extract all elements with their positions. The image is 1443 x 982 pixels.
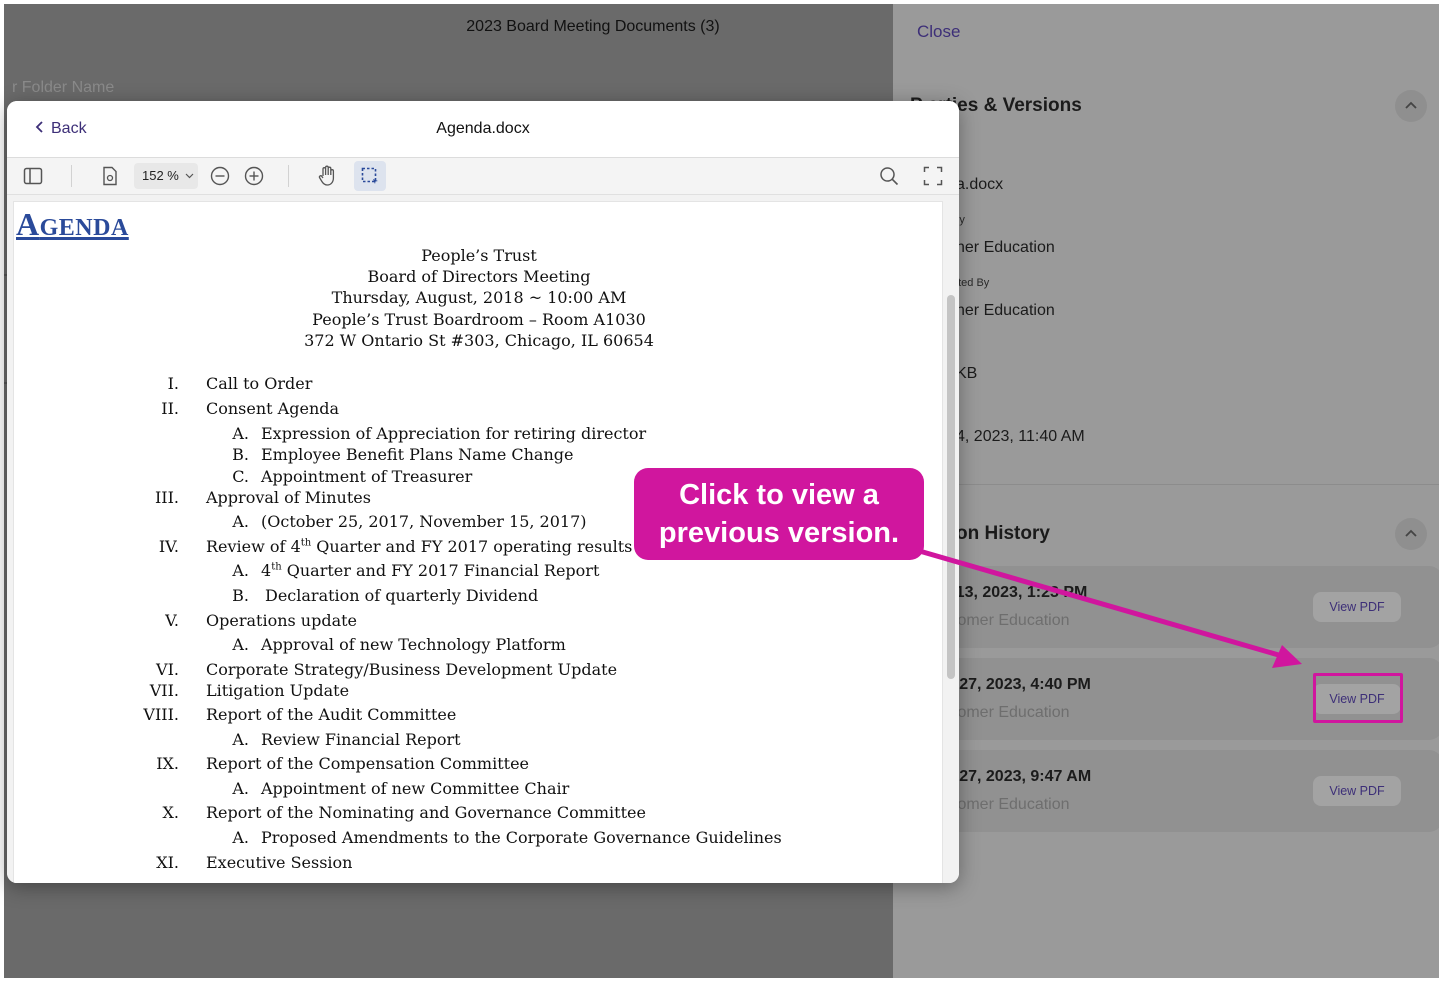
close-button[interactable]: Close [917, 22, 960, 42]
created-by-value: ner Education [956, 239, 1055, 256]
agenda-item-text: Consent Agenda [206, 399, 340, 418]
folder-name-field: r Folder Name [12, 79, 115, 96]
viewer-toolbar: 152 % [7, 158, 959, 195]
zoom-select[interactable]: 152 % [134, 163, 198, 189]
collapse-properties-button[interactable] [1395, 90, 1427, 122]
agenda-item-number: A. [232, 730, 249, 749]
agenda-item-text: Report of the Nominating and Governance … [206, 803, 646, 822]
view-pdf-button[interactable]: View PDF [1313, 776, 1401, 806]
header-line: People’s Trust [421, 246, 537, 265]
chevron-up-icon [1405, 529, 1417, 537]
chevron-down-icon [185, 173, 194, 179]
selection-tool-button[interactable] [354, 161, 386, 191]
agenda-item-text: Approval of new Technology Platform [261, 635, 566, 654]
agenda-item-text: Approval of Minutes [206, 488, 371, 507]
agenda-item-text: Appointment of Treasurer [261, 467, 473, 486]
version-history-heading: on History [956, 523, 1050, 544]
agenda-item-number: B. [232, 586, 249, 605]
chevron-up-icon [1405, 101, 1417, 109]
agenda-item-number: X. [162, 803, 179, 822]
agenda-item-text: Corporate Strategy/Business Development … [206, 660, 618, 679]
scrollbar[interactable] [947, 295, 955, 679]
annotation-callout: Click to view a previous version. [634, 468, 924, 560]
agenda-item-text: Expression of Appreciation for retiring … [261, 424, 647, 443]
agenda-item-number: VII. [149, 681, 179, 700]
agenda-item-text: Operations update [206, 611, 358, 630]
agenda-item-number: A. [232, 828, 249, 847]
header-line: People’s Trust Boardroom – Room A1030 [312, 310, 646, 329]
agenda-item-number: I. [167, 374, 179, 393]
agenda-item-text: Report of the Audit Committee [206, 705, 457, 724]
divider [893, 484, 1439, 485]
agenda-item-number: C. [232, 467, 249, 486]
agenda-item-number: A. [232, 512, 249, 531]
view-pdf-button[interactable]: View PDF [1313, 592, 1401, 622]
agenda-item-text: Review Financial Report [261, 730, 461, 749]
zoom-in-icon[interactable] [244, 166, 264, 186]
agenda-item-text: Report of the Compensation Committee [206, 754, 529, 773]
version-card: p 27, 2023, 9:47 AM stomer Education Vie… [909, 750, 1439, 832]
agenda-item-number: VI. [156, 660, 179, 679]
agenda-item-text: (October 25, 2017, November 15, 2017) [261, 512, 587, 531]
sidebar-toggle-icon[interactable] [23, 167, 43, 185]
marquee-select-icon [361, 167, 378, 184]
agenda-item-number: V. [165, 611, 179, 630]
agenda-item-text: Declaration of quarterly Dividend [265, 586, 539, 605]
viewer-header: Back Agenda.docx [7, 101, 959, 158]
version-user: stomer Education [945, 612, 1070, 629]
version-user: stomer Education [945, 704, 1070, 721]
agenda-item-text: Appointment of new Committee Chair [261, 779, 570, 798]
pan-hand-icon[interactable] [317, 165, 337, 187]
zoom-out-icon[interactable] [210, 166, 230, 186]
toolbar-divider [288, 165, 289, 187]
agenda-item-number: II. [161, 399, 179, 418]
fullscreen-icon[interactable] [923, 166, 943, 186]
agenda-item-number: B. [232, 445, 249, 464]
callout-line: Click to view a [679, 479, 879, 511]
agenda-item-number: IV. [158, 537, 179, 556]
document-title: Agenda.docx [436, 120, 530, 137]
folder-title: 2023 Board Meeting Documents (3) [466, 18, 720, 35]
file-size-value: KB [956, 365, 978, 382]
version-card: r 13, 2023, 1:23 PM stomer Education Vie… [909, 566, 1439, 648]
highlight-box [1313, 673, 1403, 723]
updated-by-value: ner Education [956, 302, 1055, 319]
callout-line: previous version. [658, 517, 900, 549]
agenda-item-number: III. [154, 488, 179, 507]
agenda-item-number: A. [232, 779, 249, 798]
header-line: 372 W Ontario St #303, Chicago, IL 60654 [304, 331, 654, 350]
agenda-item-number: XI. [156, 853, 179, 872]
zoom-level: 152 % [142, 168, 179, 183]
agenda-item-text: Litigation Update [206, 681, 350, 700]
version-date: p 27, 2023, 4:40 PM [945, 676, 1091, 693]
agenda-title: AGENDA [16, 206, 129, 242]
header-line: Board of Directors Meeting [367, 267, 591, 286]
search-icon[interactable] [879, 166, 899, 186]
agenda-item-number: A. [232, 635, 249, 654]
collapse-history-button[interactable] [1395, 518, 1427, 550]
agenda-item-text: Review of 4th Quarter and FY 2017 operat… [206, 537, 633, 556]
agenda-item-number: IX. [156, 754, 179, 773]
agenda-item-text: Call to Order [206, 374, 313, 393]
agenda-item-number: A. [232, 424, 249, 443]
toolbar-divider [71, 165, 72, 187]
agenda-item-number: VIII. [143, 705, 179, 724]
agenda-item-text: Employee Benefit Plans Name Change [261, 445, 574, 464]
agenda-item-number: A. [232, 561, 249, 580]
version-date: p 27, 2023, 9:47 AM [945, 768, 1092, 785]
agenda-item-text: 4th Quarter and FY 2017 Financial Report [261, 561, 600, 580]
agenda-item-text: Executive Session [206, 853, 353, 872]
header-line: Thursday, August, 2018 ~ 10:00 AM [331, 288, 627, 307]
version-date: r 13, 2023, 1:23 PM [945, 584, 1088, 601]
page-settings-icon[interactable] [102, 166, 118, 186]
modified-date-value: 4, 2023, 11:40 AM [956, 428, 1085, 445]
version-user: stomer Education [945, 796, 1070, 813]
agenda-item-text: Proposed Amendments to the Corporate Gov… [261, 828, 782, 847]
property-name-value: a.docx [956, 176, 1004, 193]
